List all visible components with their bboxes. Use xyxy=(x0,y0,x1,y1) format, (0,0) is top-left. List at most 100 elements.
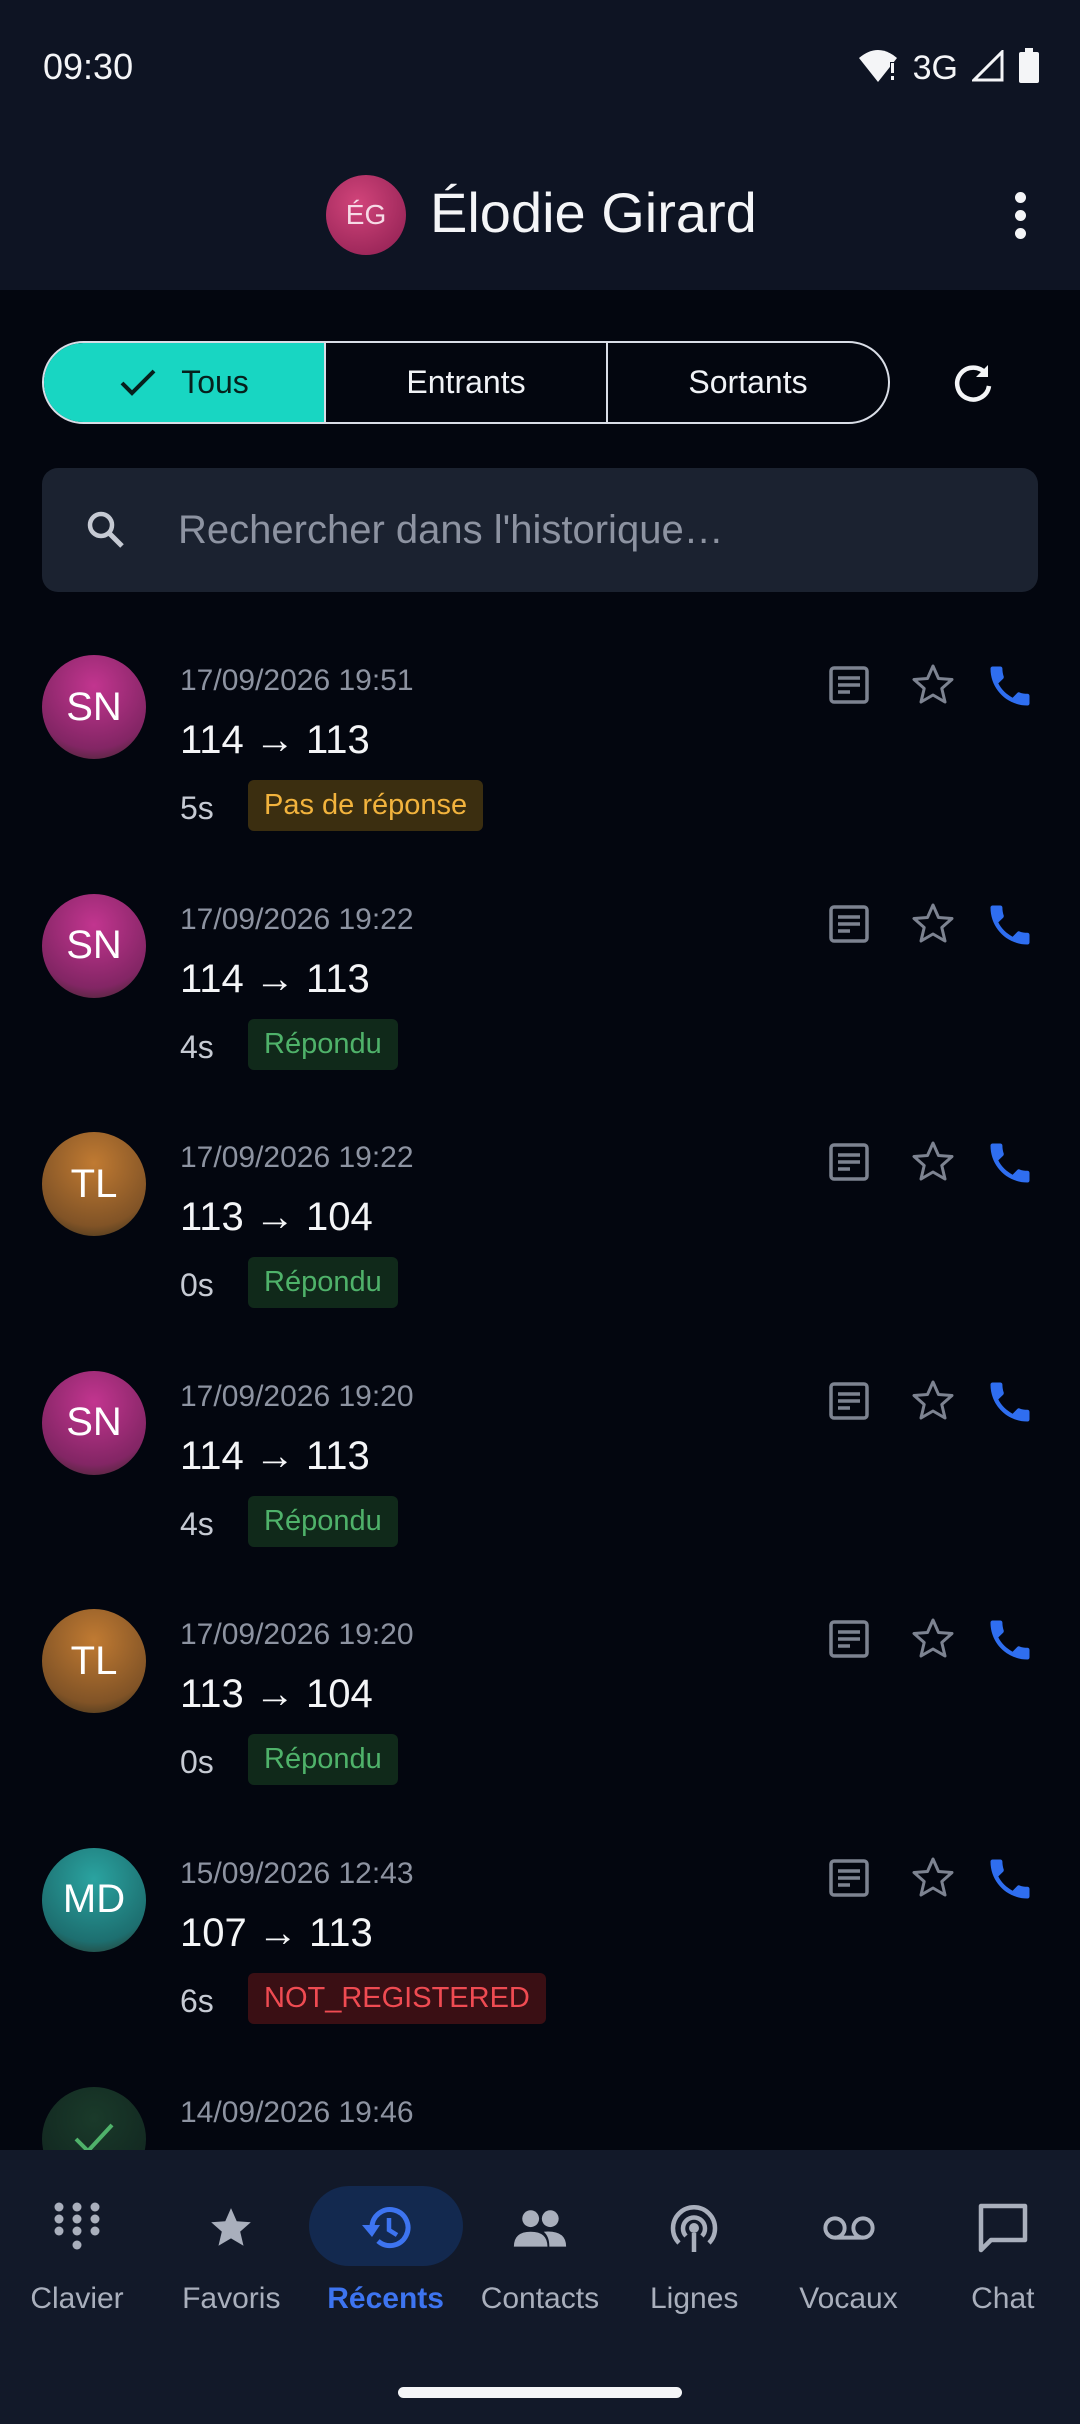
page-title: Élodie Girard xyxy=(430,181,757,244)
star-outline-icon[interactable] xyxy=(910,1855,956,1901)
nav-item-chat[interactable]: Chat xyxy=(926,2150,1080,2360)
call-status-badge: Répondu xyxy=(248,1257,398,1309)
call-datetime: 15/09/2026 12:43 xyxy=(180,1856,414,1890)
call-row[interactable]: SN 17/09/2026 19:51 114 → 113 5s Pas de … xyxy=(0,630,1080,869)
nav-item-voicemail[interactable]: Vocaux xyxy=(772,2150,926,2360)
nav-label: Chat xyxy=(971,2282,1035,2315)
filter-incoming-label: Entrants xyxy=(406,364,526,400)
screen: 09:30 3G ÉG Élodie Girard Tous Entrants xyxy=(0,0,1080,2424)
phone-icon[interactable] xyxy=(984,1614,1036,1666)
home-indicator[interactable] xyxy=(398,2387,682,2398)
check-icon xyxy=(74,2123,114,2150)
call-row[interactable]: TL 17/09/2026 19:22 113 → 104 0s Répondu xyxy=(0,1107,1080,1346)
history-icon xyxy=(358,2204,414,2252)
search-icon xyxy=(84,508,128,557)
call-datetime: 17/09/2026 19:22 xyxy=(180,1141,414,1175)
note-icon[interactable] xyxy=(826,1616,872,1662)
star-icon xyxy=(203,2204,259,2252)
call-history-list[interactable]: SN 17/09/2026 19:51 114 → 113 5s Pas de … xyxy=(0,630,1080,2150)
call-status-badge: Pas de réponse xyxy=(248,780,484,831)
check-icon xyxy=(120,369,156,396)
star-outline-icon[interactable] xyxy=(910,1616,956,1662)
call-status-badge: Répondu xyxy=(248,1018,398,1070)
call-datetime: 17/09/2026 19:20 xyxy=(180,1618,414,1652)
status-icons: 3G xyxy=(857,48,1040,89)
call-route: 113 → 104 xyxy=(180,1195,373,1240)
call-datetime: 17/09/2026 19:22 xyxy=(180,902,414,936)
call-duration: 5s xyxy=(180,790,214,826)
call-filter: Tous Entrants Sortants xyxy=(42,341,890,424)
caller-avatar[interactable] xyxy=(42,2086,146,2150)
wifi-alert-icon xyxy=(857,48,899,89)
caller-avatar[interactable]: SN xyxy=(42,1370,146,1475)
call-row[interactable]: 14/09/2026 19:46 xyxy=(0,2062,1080,2150)
more-vert-icon[interactable] xyxy=(1010,192,1030,242)
status-time: 09:30 xyxy=(43,46,134,87)
call-duration: 6s xyxy=(180,1982,214,2019)
nav-item-broadcast[interactable]: Lignes xyxy=(617,2150,771,2360)
network-type: 3G xyxy=(912,49,958,87)
star-outline-icon[interactable] xyxy=(910,901,956,947)
nav-item-star[interactable]: Favoris xyxy=(154,2150,308,2360)
call-row[interactable]: MD 15/09/2026 12:43 107 → 113 6s NOT_REG… xyxy=(0,1823,1080,2062)
filter-incoming[interactable]: Entrants xyxy=(324,343,606,422)
battery-icon xyxy=(1018,48,1040,89)
note-icon[interactable] xyxy=(826,1855,872,1901)
phone-icon[interactable] xyxy=(984,1376,1036,1428)
call-duration: 0s xyxy=(180,1744,214,1781)
voicemail-icon xyxy=(821,2204,877,2252)
call-datetime: 17/09/2026 19:51 xyxy=(180,664,414,697)
call-route: 114 → 113 xyxy=(180,1433,370,1478)
refresh-icon[interactable] xyxy=(950,360,996,406)
chat-icon xyxy=(975,2203,1031,2253)
note-icon[interactable] xyxy=(826,1139,872,1185)
note-icon[interactable] xyxy=(826,1378,872,1424)
phone-icon[interactable] xyxy=(984,660,1036,712)
signal-icon xyxy=(970,48,1004,87)
caller-avatar[interactable]: SN xyxy=(42,893,146,998)
broadcast-icon xyxy=(666,2204,722,2252)
call-duration: 0s xyxy=(180,1267,214,1304)
call-row[interactable]: SN 17/09/2026 19:20 114 → 113 4s Répondu xyxy=(0,1346,1080,1585)
search-bar xyxy=(42,468,1038,592)
call-route: 113 → 104 xyxy=(180,1672,373,1717)
call-duration: 4s xyxy=(180,1028,214,1065)
app-bar: ÉG Élodie Girard xyxy=(0,140,1080,290)
bottom-navigation: Clavier Favoris Récents Contacts Lignes Vocau… xyxy=(0,2150,1080,2424)
caller-avatar[interactable]: MD xyxy=(42,1847,146,1952)
call-route: 114 → 113 xyxy=(180,718,370,762)
caller-avatar[interactable]: TL xyxy=(42,1132,146,1237)
filter-all-label: Tous xyxy=(181,364,249,400)
search-input[interactable] xyxy=(178,468,998,592)
call-datetime: 17/09/2026 19:20 xyxy=(180,1379,414,1413)
people-icon xyxy=(512,2204,568,2252)
nav-item-dialpad[interactable]: Clavier xyxy=(0,2150,154,2360)
call-route: 107 → 113 xyxy=(180,1910,373,1955)
nav-item-people[interactable]: Contacts xyxy=(463,2150,617,2360)
filter-outgoing[interactable]: Sortants xyxy=(606,343,888,422)
call-status-badge: Répondu xyxy=(248,1495,398,1547)
phone-icon[interactable] xyxy=(984,1137,1036,1189)
star-outline-icon[interactable] xyxy=(910,662,956,708)
call-status-badge: NOT_REGISTERED xyxy=(248,1972,546,2024)
call-row[interactable]: TL 17/09/2026 19:20 113 → 104 0s Répondu xyxy=(0,1584,1080,1823)
filter-all[interactable]: Tous xyxy=(44,343,324,422)
star-outline-icon[interactable] xyxy=(910,1378,956,1424)
dialpad-icon xyxy=(49,2202,105,2252)
caller-avatar[interactable]: SN xyxy=(42,655,146,759)
call-status-badge: Répondu xyxy=(248,1734,398,1786)
call-row[interactable]: SN 17/09/2026 19:22 114 → 113 4s Répondu xyxy=(0,869,1080,1108)
phone-icon[interactable] xyxy=(984,1853,1036,1905)
profile-avatar[interactable]: ÉG xyxy=(326,175,406,255)
caller-avatar[interactable]: TL xyxy=(42,1609,146,1714)
note-icon[interactable] xyxy=(826,662,872,708)
note-icon[interactable] xyxy=(826,901,872,947)
phone-icon[interactable] xyxy=(984,899,1036,951)
star-outline-icon[interactable] xyxy=(910,1139,956,1185)
nav-item-history[interactable]: Récents xyxy=(308,2150,463,2360)
call-duration: 4s xyxy=(180,1505,214,1542)
call-datetime: 14/09/2026 19:46 xyxy=(180,2095,414,2129)
filter-outgoing-label: Sortants xyxy=(688,364,808,400)
status-bar: 09:30 3G xyxy=(0,0,1080,140)
call-route: 114 → 113 xyxy=(180,956,370,1001)
